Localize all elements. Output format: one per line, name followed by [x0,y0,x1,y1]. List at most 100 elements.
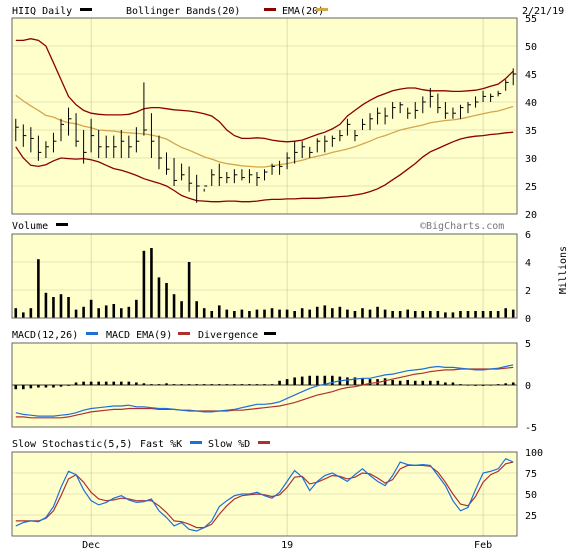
divergence-bar [489,385,492,386]
volume-bar [180,301,183,318]
volume-bar [346,309,349,318]
divergence-bar [406,379,410,385]
divergence-bar [270,384,274,385]
volume-bar [52,297,55,318]
bollinger-legend-swatch [264,8,276,11]
divergence-bar [67,385,70,386]
y-tick-label: 0 [525,314,531,325]
divergence-bar [127,381,131,385]
volume-bar [89,299,93,318]
volume-bar [368,309,372,318]
ema-label: EMA(20) [282,6,324,17]
divergence-bar [504,383,507,385]
divergence-bar [104,381,108,385]
volume-bar [202,308,206,318]
slow-d-legend-swatch [258,441,270,444]
volume-bar [240,309,244,318]
divergence-bar [89,381,93,385]
divergence-bar [44,385,48,388]
divergence-bar [459,384,462,385]
volume-bar [119,308,123,318]
volume-bar [361,308,364,318]
divergence-bar [398,380,402,385]
y-tick-label: -5 [525,423,537,434]
volume-bar [308,309,312,318]
volume-bar [511,309,515,318]
stochastic-title: Slow Stochastic(5,5) [12,439,132,450]
volume-bar [466,311,470,318]
volume-bar [270,308,274,318]
divergence-bar [346,377,349,385]
divergence-bar [496,384,500,385]
symbol-label: HIIQ Daily [12,6,72,17]
fast-k-title: Fast %K [140,439,182,450]
volume-bar [315,306,319,318]
divergence-bar [217,384,221,385]
volume-bar [165,283,168,318]
divergence-bar [14,385,18,390]
volume-bar [391,311,394,318]
volume-legend-swatch [56,223,68,226]
volume-bar [29,308,33,318]
divergence-bar [202,384,206,385]
divergence-bar [308,375,312,385]
bollinger-label: Bollinger Bands(20) [126,6,240,17]
volume-bar [444,312,447,318]
macd-ema-title: MACD EMA(9) [106,330,172,341]
divergence-bar [331,375,334,385]
volume-bar [406,309,410,318]
divergence-bar [474,385,477,386]
volume-bar [150,248,153,318]
volume-bar [127,306,131,318]
volume-bar [451,312,455,318]
volume-bar [112,304,116,318]
y-tick-label: 5 [525,339,531,350]
divergence-bar [29,385,33,389]
volume-bar [481,311,485,318]
divergence-bar [135,382,138,385]
volume-bar [67,297,70,318]
y-tick-label: 50 [525,490,537,501]
divergence-bar [263,384,266,385]
y-tick-label: 25 [525,182,537,193]
divergence-bar [391,379,394,385]
volume-bar [293,311,296,318]
divergence-bar [233,384,236,385]
y-tick-label: 100 [525,448,543,459]
divergence-bar [210,384,214,385]
divergence-bar [383,378,387,385]
divergence-bar [361,378,364,385]
divergence-bar [413,380,417,385]
volume-bar [172,294,176,318]
ema-legend-swatch [316,8,328,11]
volume-bar [489,311,492,318]
divergence-bar [157,384,161,385]
volume-bar [353,311,357,318]
macd-title: MACD(12,26) [12,330,78,341]
volume-bar [22,312,25,318]
divergence-bar [112,381,116,385]
divergence-bar [451,382,455,385]
x-tick-label: Dec [82,540,100,551]
volume-bar [187,262,191,318]
volume-bar [331,308,334,318]
divergence-bar [225,384,229,385]
chart-svg: HIIQ Daily Bollinger Bands(20) EMA(20) 2… [0,0,579,553]
price-plot-background [12,18,517,214]
volume-bar [135,299,138,318]
x-tick-label: Feb [474,540,492,551]
volume-plot-background [12,234,517,318]
divergence-bar [82,381,85,385]
divergence-bar [97,381,100,385]
macd-ema-legend-swatch [178,332,190,335]
y-tick-label: 0 [525,381,531,392]
divergence-bar [255,384,259,385]
volume-bar [474,311,477,318]
volume-bar [157,277,161,318]
volume-bar [263,309,266,318]
divergence-bar [293,377,296,385]
divergence-bar [466,385,470,386]
volume-bar [398,311,402,318]
volume-ylabel: Millions [558,246,569,294]
divergence-bar [52,385,55,388]
